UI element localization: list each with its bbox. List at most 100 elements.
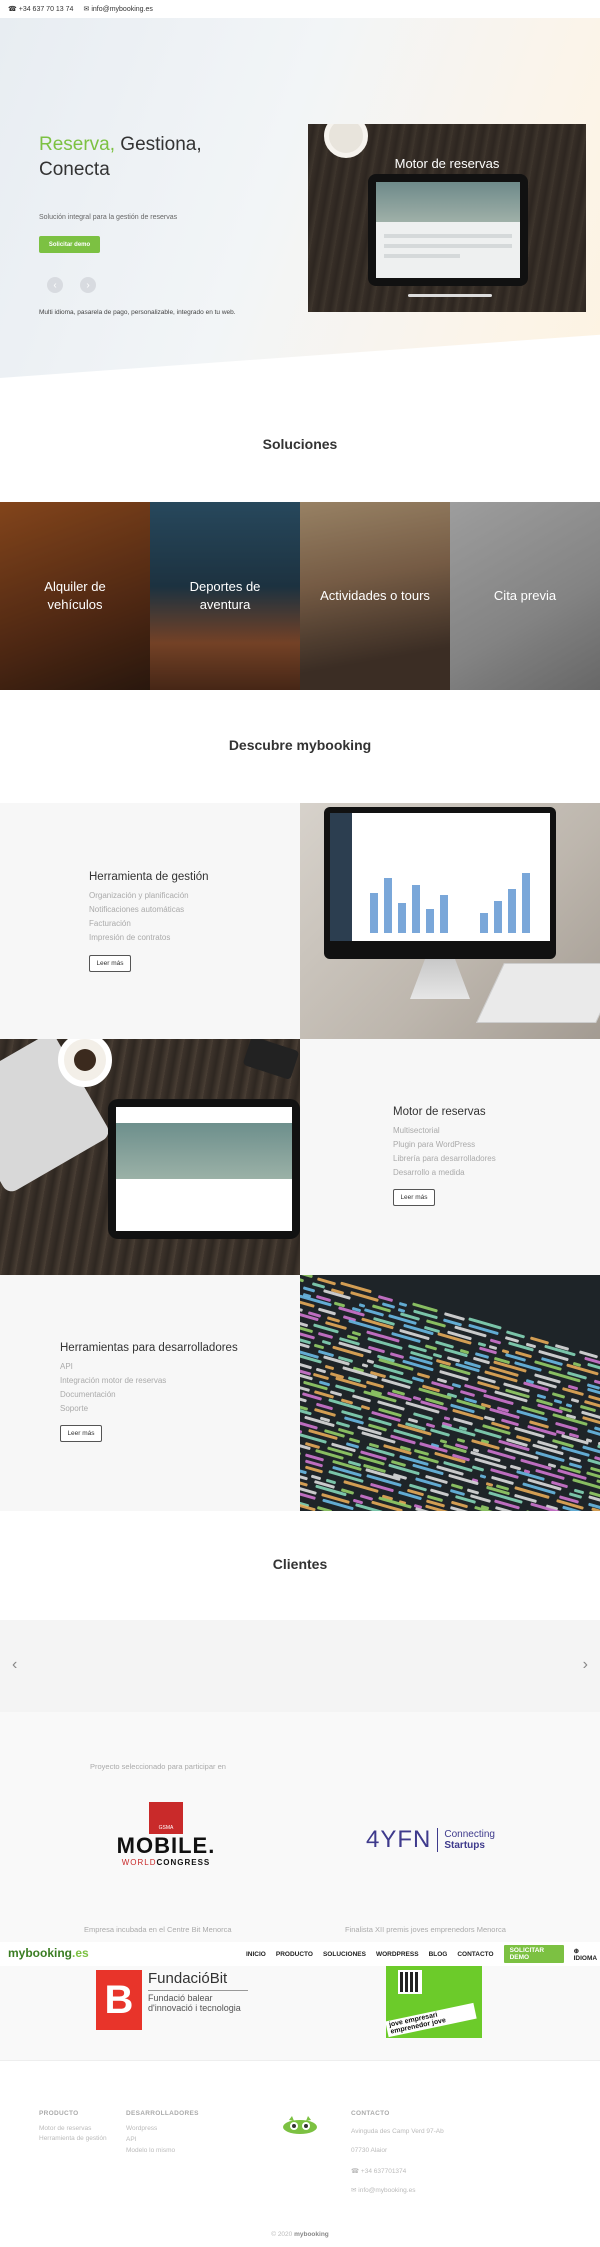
- read-more-button[interactable]: Leer más: [89, 955, 131, 972]
- code-line: [304, 1465, 323, 1474]
- globe-icon: ⊕: [573, 1947, 580, 1955]
- discover-feature: Impresión de contratos: [89, 933, 171, 942]
- topbar-email[interactable]: ✉ info@mybooking.es: [83, 5, 152, 13]
- imac-screen: [330, 813, 550, 941]
- mwc-subtitle-world: WORLD: [121, 1858, 157, 1867]
- solution-card-label: Deportes de aventura: [189, 579, 261, 612]
- tablet-screen-banner: [116, 1123, 292, 1179]
- nav-demo-button[interactable]: SOLICITAR DEMO: [503, 1945, 564, 1963]
- footer-link[interactable]: Herramienta de gestión: [39, 2135, 107, 2142]
- clients-prev-arrow-icon[interactable]: ‹: [12, 1656, 17, 1674]
- solution-card-vehicles[interactable]: Alquiler de vehículos: [0, 502, 150, 690]
- solution-card-tours[interactable]: Actividades o tours: [300, 502, 450, 690]
- discover-row-developers: Herramientas para desarrolladores API In…: [0, 1275, 600, 1511]
- nav-language[interactable]: ⊕ IDIOMA: [574, 1947, 600, 1962]
- hero-demo-button[interactable]: Solicitar demo: [39, 236, 100, 253]
- code-line: [483, 1415, 496, 1421]
- nav-link-inicio[interactable]: INICIO: [246, 1951, 266, 1958]
- discover-row-engine: Motor de reservas Multisectorial Plugin …: [0, 1039, 600, 1275]
- footer-link[interactable]: API: [126, 2136, 136, 2143]
- imac-chart-bar: [426, 909, 434, 933]
- solutions-title: Soluciones: [262, 436, 338, 452]
- discover-feature: Plugin para WordPress: [393, 1140, 476, 1149]
- code-line: [453, 1417, 474, 1426]
- nav-link-soluciones[interactable]: SOLUCIONES: [323, 1951, 366, 1958]
- footer-address-line: 07730 Alaior: [351, 2147, 388, 2154]
- code-line: [490, 1338, 502, 1345]
- owl-logo-icon: [283, 2116, 317, 2134]
- code-line: [349, 1290, 379, 1302]
- coffee-cup-image: [58, 1039, 112, 1087]
- imac-stand: [410, 959, 470, 999]
- imac-chart-bar: [480, 913, 488, 933]
- discover-feature: Organización y planificación: [89, 891, 189, 900]
- code-line: [365, 1380, 384, 1389]
- footer-developers-title: DESARROLLADORES: [126, 2110, 199, 2117]
- code-line: [429, 1428, 450, 1438]
- imac-chart-bar: [522, 873, 530, 933]
- footer-email[interactable]: ✉ info@mybooking.es: [351, 2186, 415, 2194]
- nav-link-blog[interactable]: BLOG: [429, 1951, 448, 1958]
- code-line: [360, 1404, 371, 1411]
- nav-link-contacto[interactable]: CONTACTO: [457, 1951, 493, 1958]
- hero-title-rest-1: Gestiona,: [115, 134, 202, 155]
- discover-row-management: Herramienta de gestión Organización y pl…: [0, 803, 600, 1039]
- footer-contact-title: CONTACTO: [351, 2110, 390, 2117]
- tablet-screen: [116, 1107, 292, 1231]
- hero-subtitle: Solución integral para la gestión de res…: [39, 214, 178, 221]
- 4yfn-tagline-1: Connecting: [444, 1829, 495, 1840]
- fundaciobit-mark: B: [96, 1970, 142, 2030]
- tablet-image: [108, 1099, 300, 1239]
- code-line: [377, 1294, 393, 1302]
- imac-chart-bar: [494, 901, 502, 933]
- footer-link[interactable]: Modelo lo mismo: [126, 2147, 175, 2154]
- code-image: [300, 1275, 600, 1511]
- clients-next-arrow-icon[interactable]: ›: [583, 1656, 588, 1674]
- hero-title: Reserva, Gestiona, Conecta: [39, 132, 239, 182]
- footer-link[interactable]: Motor de reservas: [39, 2125, 91, 2132]
- code-line: [313, 1372, 330, 1380]
- hero-next-arrow-icon[interactable]: ›: [80, 277, 96, 293]
- code-line: [525, 1510, 540, 1511]
- code-line: [360, 1494, 374, 1501]
- 4yfn-logo: 4YFN Connecting Startups: [366, 1826, 495, 1854]
- read-more-button[interactable]: Leer más: [393, 1189, 435, 1206]
- topbar: ☎ +34 637 70 13 74 ✉ info@mybooking.es: [0, 0, 600, 18]
- tablet-screen-row: [384, 254, 460, 258]
- code-line: [313, 1343, 325, 1350]
- footer-link[interactable]: Wordpress: [126, 2125, 157, 2132]
- code-line: [467, 1488, 480, 1495]
- 4yfn-tagline: Connecting Startups: [444, 1829, 495, 1851]
- read-more-button[interactable]: Leer más: [60, 1425, 102, 1442]
- tablet-image: [368, 174, 528, 286]
- topbar-email-text: info@mybooking.es: [91, 6, 153, 13]
- footer: PRODUCTO Motor de reservas Herramienta d…: [0, 2060, 600, 2247]
- tablet-screen-banner: [376, 182, 520, 222]
- discover-text: Herramienta de gestión Organización y pl…: [0, 803, 300, 1039]
- discover-feature-list: API Integración motor de reservas Docume…: [60, 1360, 166, 1416]
- imac-sidebar: [330, 813, 352, 941]
- hero-description: Multi idioma, pasarela de pago, personal…: [39, 309, 236, 316]
- nav-link-wordpress[interactable]: WORDPRESS: [376, 1951, 419, 1958]
- discover-feature: Librería para desarrolladores: [393, 1154, 496, 1163]
- 4yfn-separator: [437, 1828, 439, 1852]
- nav-language-label: IDIOMA: [573, 1954, 598, 1962]
- code-line: [324, 1364, 334, 1371]
- solutions-grid: Alquiler de vehículos Deportes de aventu…: [0, 502, 600, 690]
- topbar-phone[interactable]: ☎ +34 637 70 13 74: [8, 5, 73, 13]
- discover-feature: API: [60, 1362, 73, 1371]
- discover-title: Descubre mybooking: [228, 737, 372, 753]
- discover-text: Herramientas para desarrolladores API In…: [0, 1275, 300, 1511]
- 4yfn-wordmark: 4YFN: [366, 1826, 432, 1853]
- footer-phone[interactable]: ☎ +34 637701374: [351, 2167, 406, 2175]
- qr-code-icon: [398, 1970, 422, 1994]
- nav-link-producto[interactable]: PRODUCTO: [276, 1951, 313, 1958]
- solution-card-appointment[interactable]: Cita previa: [450, 502, 600, 690]
- code-line: [300, 1361, 312, 1369]
- hero-prev-arrow-icon[interactable]: ‹: [47, 277, 63, 293]
- solution-card-adventure[interactable]: Deportes de aventura: [150, 502, 300, 690]
- pen-image: [408, 294, 492, 297]
- brand-logo[interactable]: mybooking.es: [8, 1946, 89, 1960]
- jove-empresari-logo: jove empresari emprenedor jove: [385, 1962, 482, 2038]
- discover-feature: Integración motor de reservas: [60, 1376, 167, 1385]
